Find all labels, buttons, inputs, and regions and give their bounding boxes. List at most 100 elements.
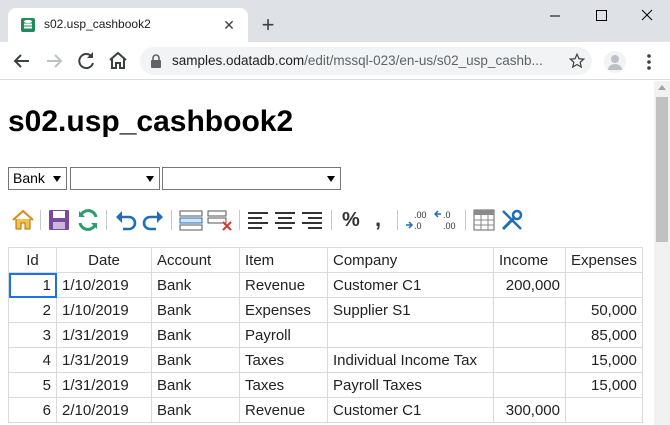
cell-id[interactable]: 3 bbox=[8, 322, 57, 348]
thousands-separator-button[interactable]: , bbox=[375, 207, 389, 233]
cell-date[interactable]: 1/31/2019 bbox=[56, 322, 152, 348]
cell-company[interactable]: Customer C1 bbox=[327, 272, 494, 298]
column-header-expenses[interactable]: Expenses bbox=[565, 247, 643, 273]
toolbar-separator bbox=[331, 210, 332, 230]
cell-item[interactable]: Taxes bbox=[239, 372, 328, 398]
home-icon[interactable] bbox=[106, 49, 130, 73]
table-row[interactable]: 4 1/31/2019 Bank Taxes Individual Income… bbox=[8, 347, 643, 373]
cell-id[interactable]: 1 bbox=[8, 272, 57, 298]
cell-date[interactable]: 1/31/2019 bbox=[56, 372, 152, 398]
cell-account[interactable]: Bank bbox=[151, 322, 240, 348]
cell-id[interactable]: 5 bbox=[8, 372, 57, 398]
cell-account[interactable]: Bank bbox=[151, 372, 240, 398]
column-header-income[interactable]: Income bbox=[493, 247, 566, 273]
account-filter-select[interactable]: Bank bbox=[8, 167, 67, 190]
browser-tab-strip: s02.usp_cashbook2 ✕ + bbox=[0, 0, 670, 42]
cell-id[interactable]: 4 bbox=[8, 347, 57, 373]
profile-avatar[interactable] bbox=[604, 51, 626, 73]
cell-account[interactable]: Bank bbox=[151, 347, 240, 373]
column-header-id[interactable]: Id bbox=[8, 247, 57, 273]
address-bar[interactable]: samples.odatadb.com/edit/mssql-023/en-us… bbox=[140, 47, 592, 75]
back-icon[interactable] bbox=[10, 49, 34, 73]
svg-text:.0: .0 bbox=[443, 210, 451, 220]
column-header-company[interactable]: Company bbox=[327, 247, 494, 273]
new-tab-button[interactable]: + bbox=[256, 14, 280, 38]
cell-expenses[interactable]: 50,000 bbox=[565, 297, 643, 323]
reload-icon[interactable] bbox=[74, 49, 98, 73]
tab-title: s02.usp_cashbook2 bbox=[44, 17, 151, 31]
column-header-item[interactable]: Item bbox=[239, 247, 328, 273]
minimize-icon[interactable] bbox=[532, 0, 578, 32]
page-title: s02.usp_cashbook2 bbox=[8, 105, 294, 138]
cell-id[interactable]: 2 bbox=[8, 297, 57, 323]
cell-expenses[interactable]: 15,000 bbox=[565, 372, 643, 398]
cell-company[interactable]: Supplier S1 bbox=[327, 297, 494, 323]
delete-row-icon[interactable] bbox=[206, 207, 234, 233]
cell-income[interactable]: 300,000 bbox=[493, 397, 566, 423]
settings-tools-icon[interactable] bbox=[499, 207, 525, 233]
toolbar-separator bbox=[239, 210, 240, 230]
cell-item[interactable]: Revenue bbox=[239, 397, 328, 423]
save-icon[interactable] bbox=[47, 207, 71, 233]
maximize-icon[interactable] bbox=[578, 0, 624, 32]
cell-account[interactable]: Bank bbox=[151, 272, 240, 298]
cell-income[interactable] bbox=[493, 372, 566, 398]
cell-date[interactable]: 1/10/2019 bbox=[56, 272, 152, 298]
percent-format-button[interactable]: % bbox=[342, 207, 364, 233]
cell-company[interactable]: Individual Income Tax bbox=[327, 347, 494, 373]
bookmark-star-icon[interactable] bbox=[568, 52, 586, 70]
cell-company[interactable]: Payroll Taxes bbox=[327, 372, 494, 398]
decrease-decimal-icon[interactable]: .0 .00 bbox=[434, 207, 460, 233]
close-window-icon[interactable] bbox=[624, 0, 670, 32]
scroll-up-arrow-icon[interactable] bbox=[658, 85, 666, 90]
lock-icon bbox=[151, 54, 161, 68]
cell-company[interactable]: Customer C1 bbox=[327, 397, 494, 423]
browser-tab[interactable]: s02.usp_cashbook2 ✕ bbox=[8, 8, 248, 42]
cell-account[interactable]: Bank bbox=[151, 297, 240, 323]
cell-income[interactable] bbox=[493, 297, 566, 323]
table-row[interactable]: 1 1/10/2019 Bank Revenue Customer C1 200… bbox=[8, 272, 643, 298]
cell-item[interactable]: Payroll bbox=[239, 322, 328, 348]
column-header-account[interactable]: Account bbox=[151, 247, 240, 273]
vertical-scrollbar[interactable] bbox=[654, 81, 670, 425]
cell-income[interactable] bbox=[493, 347, 566, 373]
cell-date[interactable]: 1/10/2019 bbox=[56, 297, 152, 323]
align-right-icon[interactable] bbox=[300, 207, 324, 233]
insert-row-icon[interactable] bbox=[178, 207, 204, 233]
cell-item[interactable]: Revenue bbox=[239, 272, 328, 298]
cell-item[interactable]: Taxes bbox=[239, 347, 328, 373]
align-center-icon[interactable] bbox=[273, 207, 297, 233]
forward-icon[interactable] bbox=[42, 49, 66, 73]
cell-income[interactable] bbox=[493, 322, 566, 348]
cell-company[interactable] bbox=[327, 322, 494, 348]
table-row[interactable]: 2 1/10/2019 Bank Expenses Supplier S1 50… bbox=[8, 297, 643, 323]
cell-expenses[interactable] bbox=[565, 272, 643, 298]
page-content: s02.usp_cashbook2 Bank % , .00 .0 .0 .00… bbox=[0, 81, 654, 425]
table-row[interactable]: 3 1/31/2019 Bank Payroll 85,000 bbox=[8, 322, 643, 348]
align-left-icon[interactable] bbox=[246, 207, 270, 233]
increase-decimal-icon[interactable]: .00 .0 bbox=[405, 207, 431, 233]
cell-date[interactable]: 1/31/2019 bbox=[56, 347, 152, 373]
cell-item[interactable]: Expenses bbox=[239, 297, 328, 323]
cell-expenses[interactable]: 85,000 bbox=[565, 322, 643, 348]
table-format-icon[interactable] bbox=[472, 207, 496, 233]
kebab-menu-icon[interactable] bbox=[640, 52, 658, 72]
refresh-icon[interactable] bbox=[75, 207, 101, 233]
undo-icon[interactable] bbox=[114, 207, 138, 233]
scrollbar-thumb[interactable] bbox=[656, 97, 668, 242]
close-tab-icon[interactable]: ✕ bbox=[220, 16, 238, 34]
cell-date[interactable]: 2/10/2019 bbox=[56, 397, 152, 423]
company-filter-select[interactable] bbox=[162, 167, 341, 190]
cell-account[interactable]: Bank bbox=[151, 397, 240, 423]
table-row[interactable]: 6 2/10/2019 Bank Revenue Customer C1 300… bbox=[8, 397, 643, 423]
column-header-date[interactable]: Date bbox=[56, 247, 152, 273]
table-row[interactable]: 5 1/31/2019 Bank Taxes Payroll Taxes 15,… bbox=[8, 372, 643, 398]
cell-expenses[interactable] bbox=[565, 397, 643, 423]
url-path: /edit/mssql-023/en-us/s02_usp_cashb... bbox=[304, 53, 543, 68]
cell-id[interactable]: 6 bbox=[8, 397, 57, 423]
cell-expenses[interactable]: 15,000 bbox=[565, 347, 643, 373]
home-icon[interactable] bbox=[10, 207, 36, 233]
cell-income[interactable]: 200,000 bbox=[493, 272, 566, 298]
redo-icon[interactable] bbox=[141, 207, 165, 233]
item-filter-select[interactable] bbox=[70, 167, 160, 190]
